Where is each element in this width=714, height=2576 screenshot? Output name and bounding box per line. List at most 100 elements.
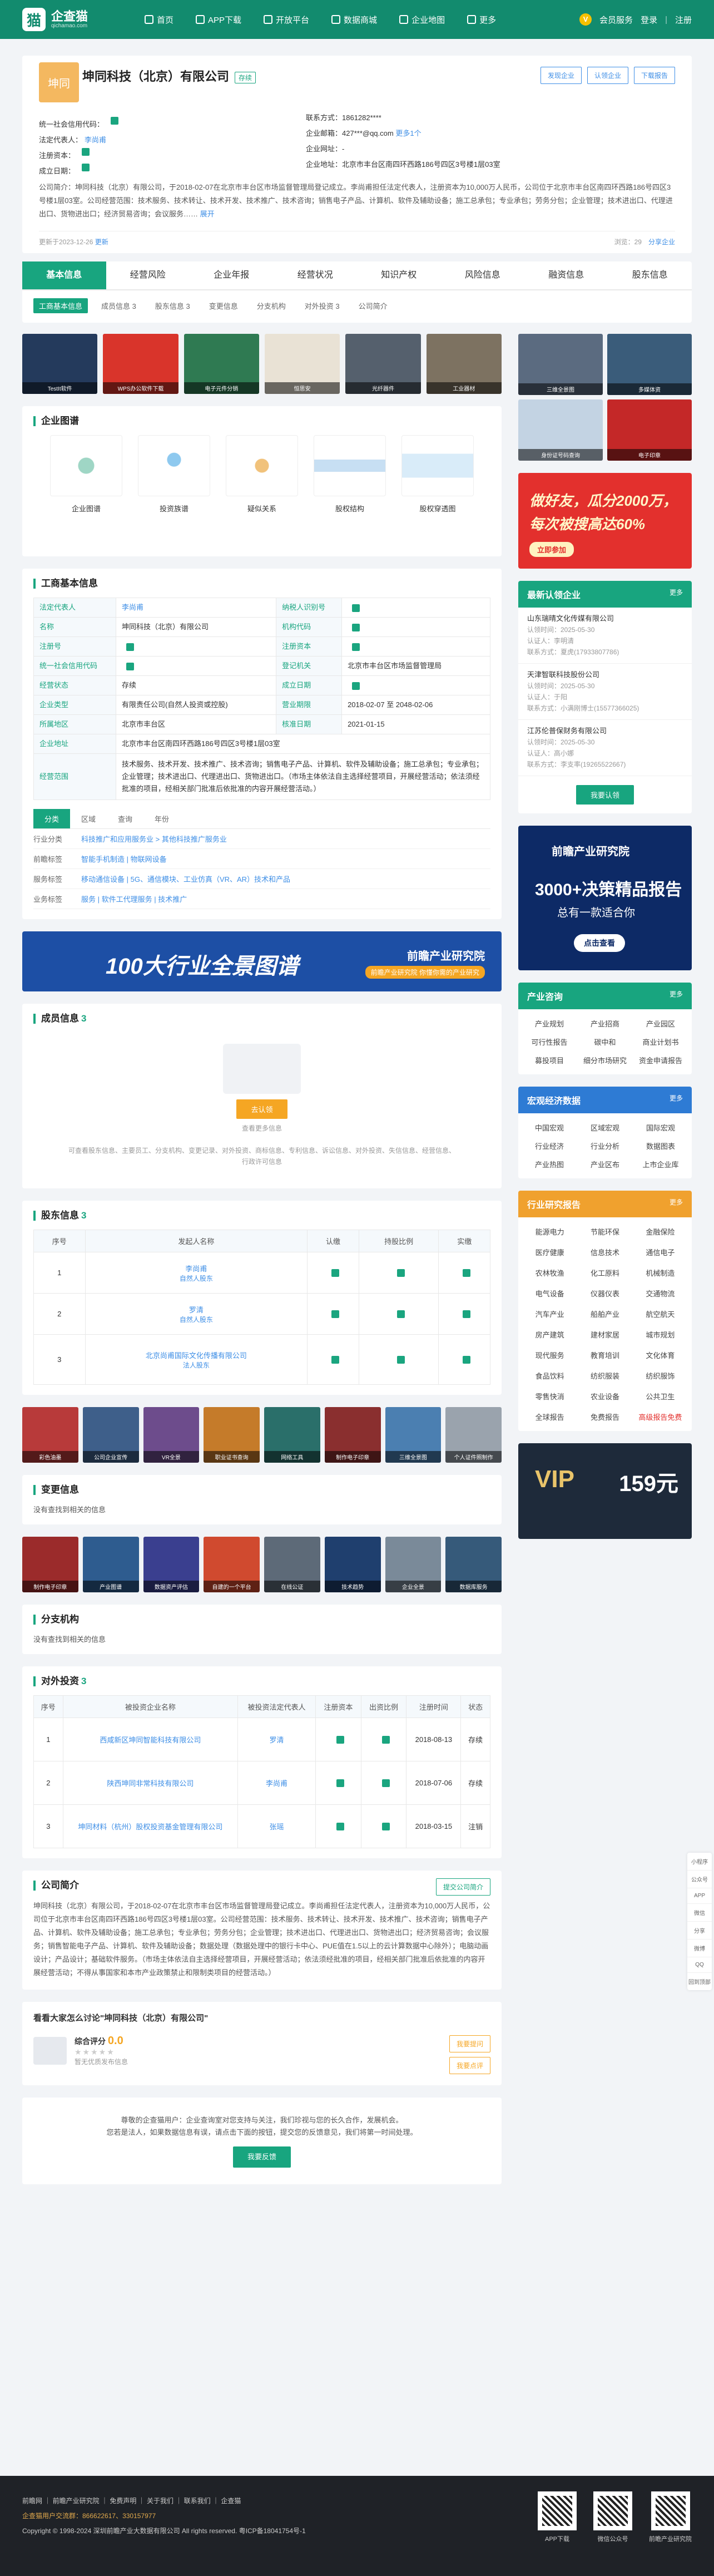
research-link[interactable]: 航空航天 — [634, 1309, 686, 1319]
lock-icon[interactable] — [463, 1356, 471, 1364]
miniprogram-icon[interactable]: 小程序 — [687, 1853, 712, 1871]
research-link[interactable]: 仪器仪表 — [579, 1288, 631, 1299]
nav-company-map[interactable]: 企业地图 — [399, 14, 445, 26]
ad-thumb[interactable]: 产业图谱 — [82, 1537, 139, 1592]
macro-link[interactable]: 行业分析 — [579, 1141, 631, 1151]
ad-thumb[interactable]: 三维全景图 — [385, 1407, 442, 1463]
ad-thumb[interactable]: 企业全景 — [385, 1537, 442, 1592]
lock-icon[interactable] — [352, 643, 360, 651]
research-link[interactable]: 纺织服饰 — [634, 1370, 686, 1381]
lock-icon[interactable] — [352, 682, 360, 690]
tab-ip[interactable]: 知识产权 — [357, 261, 441, 289]
list-item[interactable]: 天津智联科技股份公司 认领时间：2025-05-30 认证人：于阳 联系方式：小满刚博… — [518, 664, 692, 720]
ad-thumb[interactable]: 在线公证 — [264, 1537, 320, 1592]
research-link[interactable]: 交通物流 — [634, 1288, 686, 1299]
lock-icon[interactable] — [126, 643, 134, 651]
research-link[interactable]: 建材家居 — [579, 1329, 631, 1340]
ad-thumb[interactable]: 网络工具 — [264, 1407, 320, 1463]
consult-link[interactable]: 资金申请报告 — [635, 1055, 686, 1065]
research-link[interactable]: 房产建筑 — [524, 1329, 576, 1340]
research-link[interactable]: 公共卫生 — [634, 1391, 686, 1401]
macro-link[interactable]: 产业热图 — [524, 1159, 575, 1169]
feedback-button[interactable]: 我要反馈 — [232, 2146, 291, 2168]
tab-risk-info[interactable]: 风险信息 — [441, 261, 525, 289]
ad-thumb[interactable]: 个人证件照制作 — [445, 1407, 502, 1463]
lock-icon[interactable] — [82, 164, 90, 171]
consult-link[interactable]: 产业规划 — [524, 1018, 575, 1029]
consult-link[interactable]: 碳中和 — [579, 1037, 631, 1047]
report-button[interactable]: 发现企业 — [540, 67, 582, 84]
vip-link[interactable]: 会员服务 — [599, 14, 633, 26]
tab-financing[interactable]: 融资信息 — [524, 261, 608, 289]
wechat-official-icon[interactable]: 公众号 — [687, 1871, 712, 1888]
research-link[interactable]: 现代服务 — [524, 1350, 576, 1360]
subtab-members[interactable]: 成员信息 3 — [96, 298, 142, 313]
research-link[interactable]: 零售快消 — [524, 1391, 576, 1401]
claim-button[interactable]: 认领企业 — [587, 67, 628, 84]
research-link[interactable]: 能源电力 — [524, 1226, 576, 1237]
research-link[interactable]: 城市规划 — [634, 1329, 686, 1340]
lock-icon[interactable] — [352, 604, 360, 612]
ad-thumb[interactable]: 制作电子印章 — [22, 1537, 78, 1592]
app-icon[interactable]: APP — [687, 1888, 712, 1904]
ad-thumb[interactable]: 光纤器件 — [345, 334, 421, 394]
ad-thumb[interactable]: 彩色油墨 — [22, 1407, 78, 1463]
research-link[interactable]: 纺织服装 — [579, 1370, 631, 1381]
lock-icon[interactable] — [382, 1736, 390, 1744]
research-link[interactable]: 船舶产业 — [579, 1309, 631, 1319]
login-link[interactable]: 登录 — [641, 14, 657, 26]
tab-industry-region[interactable]: 区域 — [70, 809, 107, 828]
subtab-basic[interactable]: 工商基本信息 — [33, 298, 88, 313]
tab-operation[interactable]: 经营状况 — [274, 261, 358, 289]
ad-thumb[interactable]: WPS办公软件下载 — [103, 334, 178, 394]
register-link[interactable]: 注册 — [675, 14, 692, 26]
subtab-changes[interactable]: 变更信息 — [204, 298, 244, 313]
research-link[interactable]: 金融保险 — [634, 1226, 686, 1237]
ad-thumb[interactable]: 制作电子印章 — [324, 1407, 381, 1463]
lock-icon[interactable] — [336, 1823, 345, 1831]
ad-thumb[interactable]: 职业证书查询 — [204, 1407, 260, 1463]
list-item[interactable]: 山东瑞晴文化传媒有限公司 认领时间：2025-05-30 认证人：李明清 联系方式：夏… — [518, 608, 692, 664]
tab-industry-category[interactable]: 分类 — [33, 809, 71, 828]
research-link[interactable]: 化工原料 — [579, 1267, 631, 1278]
tab-business-risk[interactable]: 经营风险 — [106, 261, 190, 289]
ad-thumb[interactable]: 恒思安 — [264, 334, 340, 394]
friend-promo-ad[interactable]: 做好友，瓜分2000万， 每次被搜高达60% 立即参加 — [518, 473, 692, 569]
graph-equity-structure[interactable]: 股权结构 — [314, 435, 386, 514]
consult-link[interactable]: 产业园区 — [635, 1018, 686, 1029]
lock-icon[interactable] — [111, 117, 119, 125]
site-logo[interactable]: 猫 企查猫 qichamao.com — [22, 8, 133, 31]
lock-icon[interactable] — [331, 1269, 339, 1277]
macro-link[interactable]: 中国宏观 — [524, 1122, 575, 1133]
macro-link[interactable]: 产业区布 — [579, 1159, 631, 1169]
ad-thumb[interactable]: 技术趋势 — [324, 1537, 381, 1592]
tab-industry-year[interactable]: 年份 — [143, 809, 180, 828]
tab-annual-report[interactable]: 企业年报 — [190, 261, 274, 289]
ad-thumb[interactable]: 数据库服务 — [445, 1537, 502, 1592]
write-review-button[interactable]: 我要点评 — [449, 2057, 490, 2074]
nav-data-mall[interactable]: 数据商城 — [331, 14, 377, 26]
graph-enterprise[interactable]: 企业图谱 — [50, 435, 122, 514]
ad-thumb[interactable]: 电子元件分销 — [184, 334, 259, 394]
ad-thumb[interactable]: 数据资产评估 — [143, 1537, 200, 1592]
ad-thumb[interactable]: 自建的一个平台 — [204, 1537, 260, 1592]
lock-icon[interactable] — [336, 1779, 345, 1788]
macro-link[interactable]: 行业经济 — [524, 1141, 575, 1151]
research-link[interactable]: 汽车产业 — [524, 1309, 576, 1319]
lock-icon[interactable] — [397, 1356, 405, 1364]
tab-shareholders[interactable]: 股东信息 — [608, 261, 692, 289]
ad-thumb[interactable]: 公司企业宣传 — [82, 1407, 139, 1463]
share-icon[interactable]: 分享 — [687, 1922, 712, 1940]
lock-icon[interactable] — [382, 1823, 390, 1831]
expand-intro-link[interactable]: 展开 — [200, 210, 215, 218]
nav-open-platform[interactable]: 开放平台 — [264, 14, 309, 26]
email-more-link[interactable]: 更多1个 — [395, 129, 421, 137]
subtab-shareholders[interactable]: 股东信息 3 — [150, 298, 196, 313]
research-link[interactable]: 全球报告 — [524, 1412, 576, 1422]
consult-link[interactable]: 产业招商 — [579, 1018, 631, 1029]
research-link[interactable]: 通信电子 — [634, 1247, 686, 1257]
ad-thumb[interactable]: TestIt软件 — [22, 334, 98, 394]
research-link[interactable]: 教育培训 — [579, 1350, 631, 1360]
lock-icon[interactable] — [336, 1736, 345, 1744]
lock-icon[interactable] — [331, 1356, 339, 1364]
